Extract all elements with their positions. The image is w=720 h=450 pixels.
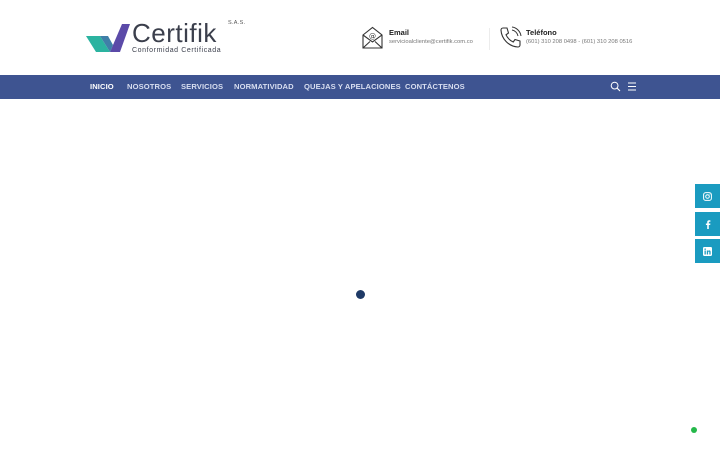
main-navigation: INICIO NOSOTROS SERVICIOS NORMATIVIDAD Q… xyxy=(0,75,720,99)
phone-contact[interactable]: Teléfono (601) 310 208 0498 - (601) 310 … xyxy=(499,26,649,52)
facebook-button[interactable] xyxy=(695,212,720,236)
linkedin-icon xyxy=(703,246,712,256)
brand-suffix: S.A.S. xyxy=(228,20,246,26)
brand-tagline: Conformidad Certificada xyxy=(132,47,222,54)
certifik-logo-mark-icon xyxy=(86,24,130,52)
contact-divider xyxy=(489,28,490,50)
email-label: Email xyxy=(389,28,410,37)
linkedin-button[interactable] xyxy=(695,239,720,263)
instagram-button[interactable] xyxy=(695,184,720,208)
menu-icon[interactable] xyxy=(627,81,637,92)
phone-icon xyxy=(500,26,522,48)
facebook-icon xyxy=(705,219,710,229)
nav-item-inicio[interactable]: INICIO xyxy=(90,75,114,99)
nav-item-normatividad[interactable]: NORMATIVIDAD xyxy=(234,75,294,99)
brand-name: Certifik xyxy=(132,18,217,48)
phone-value[interactable]: (601) 310 208 0498 - (601) 310 208 0516 xyxy=(526,39,632,45)
whatsapp-chat-button[interactable] xyxy=(691,427,697,433)
phone-label: Teléfono xyxy=(526,28,557,37)
brand-logo[interactable]: Certifik S.A.S. Conformidad Certificada xyxy=(86,18,256,58)
instagram-icon xyxy=(703,191,712,201)
nav-item-servicios[interactable]: SERVICIOS xyxy=(181,75,223,99)
nav-item-nosotros[interactable]: NOSOTROS xyxy=(127,75,171,99)
nav-item-contactenos[interactable]: CONTÁCTENOS xyxy=(405,75,465,99)
envelope-at-icon: @ xyxy=(362,26,383,49)
loading-spinner xyxy=(356,290,365,299)
search-icon[interactable] xyxy=(610,81,621,92)
nav-item-quejas-y-apelaciones[interactable]: QUEJAS Y APELACIONES xyxy=(304,75,401,99)
email-value[interactable]: servicioalcliente@certifik.com.co xyxy=(389,39,473,45)
svg-text:@: @ xyxy=(369,33,376,41)
site-header: Certifik S.A.S. Conformidad Certificada … xyxy=(0,0,720,75)
email-contact[interactable]: @ Email servicioalcliente@certifik.com.c… xyxy=(362,26,492,52)
